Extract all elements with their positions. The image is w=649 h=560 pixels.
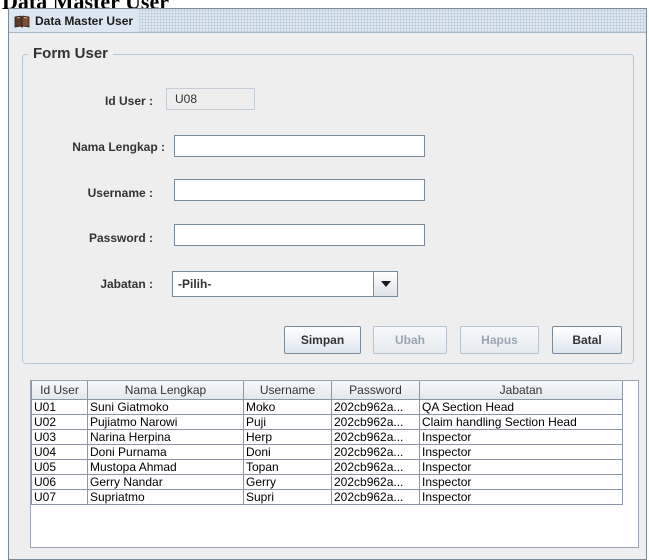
cell-password: 202cb962a... — [331, 473, 420, 490]
cell-jabatan: Inspector — [419, 458, 623, 475]
jabatan-selected-value: -Pilih- — [178, 277, 212, 291]
id-user-label: Id User : — [104, 94, 153, 108]
nama-lengkap-label: Nama Lengkap : — [72, 140, 165, 154]
cell-nama: Narina Herpina — [87, 428, 244, 445]
cell-nama: Suni Giatmoko — [87, 398, 244, 415]
password-input[interactable] — [174, 224, 425, 246]
cell-password: 202cb962a... — [331, 443, 420, 460]
window-titlebar[interactable]: Data Master User — [9, 9, 646, 33]
cell-id: U02 — [31, 413, 88, 430]
column-header-nama[interactable]: Nama Lengkap — [87, 381, 244, 400]
cell-jabatan: Inspector — [419, 428, 623, 445]
hapus-button[interactable]: Hapus — [460, 326, 539, 354]
cell-nama: Mustopa Ahmad — [87, 458, 244, 475]
column-header-password[interactable]: Password — [331, 381, 420, 400]
cell-username: Supri — [243, 488, 332, 505]
cell-nama: Doni Purnama — [87, 443, 244, 460]
cell-id: U01 — [31, 398, 88, 415]
cell-username: Doni — [243, 443, 332, 460]
table-row[interactable]: U02 Pujiatmo Narowi Puji 202cb962a... Claim … — [31, 413, 623, 430]
chevron-down-icon[interactable] — [373, 272, 397, 296]
cell-jabatan: Inspector — [419, 488, 623, 505]
username-input[interactable] — [174, 179, 425, 201]
window-title: Data Master User — [35, 13, 134, 28]
ubah-button[interactable]: Ubah — [373, 326, 447, 354]
cell-id: U05 — [31, 458, 88, 475]
nama-lengkap-input[interactable] — [174, 135, 425, 157]
cell-password: 202cb962a... — [331, 413, 420, 430]
jabatan-select[interactable]: -Pilih- — [172, 271, 398, 297]
jabatan-label: Jabatan : — [100, 277, 153, 291]
cell-username: Topan — [243, 458, 332, 475]
user-table: Id User Nama Lengkap Username Password Jabat… — [31, 381, 623, 505]
batal-button[interactable]: Batal — [552, 326, 622, 354]
cell-jabatan: QA Section Head — [419, 398, 623, 415]
table-header-row: Id User Nama Lengkap Username Password Jabat… — [31, 381, 623, 400]
table-row[interactable]: U06 Gerry Nandar Gerry 202cb962a... Inspecto… — [31, 473, 623, 490]
table-body: U01 Suni Giatmoko Moko 202cb962a... QA Secti… — [31, 398, 623, 505]
form-user-legend: Form User — [28, 44, 114, 64]
column-header-id[interactable]: Id User — [31, 381, 88, 400]
cell-username: Puji — [243, 413, 332, 430]
table-row[interactable]: U07 Supriatmo Supri 202cb962a... Inspector — [31, 488, 623, 505]
table-row[interactable]: U03 Narina Herpina Herp 202cb962a... Inspect… — [31, 428, 623, 445]
password-label: Password : — [88, 231, 153, 245]
cell-username: Moko — [243, 398, 332, 415]
column-header-jabatan[interactable]: Jabatan — [419, 381, 623, 400]
cell-nama: Supriatmo — [87, 488, 244, 505]
cell-username: Herp — [243, 428, 332, 445]
cell-nama: Pujiatmo Narowi — [87, 413, 244, 430]
cell-password: 202cb962a... — [331, 488, 420, 505]
cell-username: Gerry — [243, 473, 332, 490]
cell-id: U07 — [31, 488, 88, 505]
table-row[interactable]: U01 Suni Giatmoko Moko 202cb962a... QA Secti… — [31, 398, 623, 415]
cell-nama: Gerry Nandar — [87, 473, 244, 490]
username-label: Username : — [87, 186, 153, 200]
cell-jabatan: Inspector — [419, 443, 623, 460]
cell-jabatan: Inspector — [419, 473, 623, 490]
cell-jabatan: Claim handling Section Head — [419, 413, 623, 430]
cell-id: U04 — [31, 443, 88, 460]
cell-password: 202cb962a... — [331, 398, 420, 415]
table-row[interactable]: U04 Doni Purnama Doni 202cb962a... Inspector — [31, 443, 623, 460]
id-user-value: U08 — [166, 88, 255, 110]
table-row[interactable]: U05 Mustopa Ahmad Topan 202cb962a... Inspect… — [31, 458, 623, 475]
cell-id: U03 — [31, 428, 88, 445]
book-icon — [14, 14, 30, 28]
cell-password: 202cb962a... — [331, 458, 420, 475]
column-header-username[interactable]: Username — [243, 381, 332, 400]
user-table-scrollpane[interactable]: Id User Nama Lengkap Username Password Jabat… — [30, 380, 639, 548]
simpan-button[interactable]: Simpan — [284, 326, 361, 354]
cell-password: 202cb962a... — [331, 428, 420, 445]
cell-id: U06 — [31, 473, 88, 490]
